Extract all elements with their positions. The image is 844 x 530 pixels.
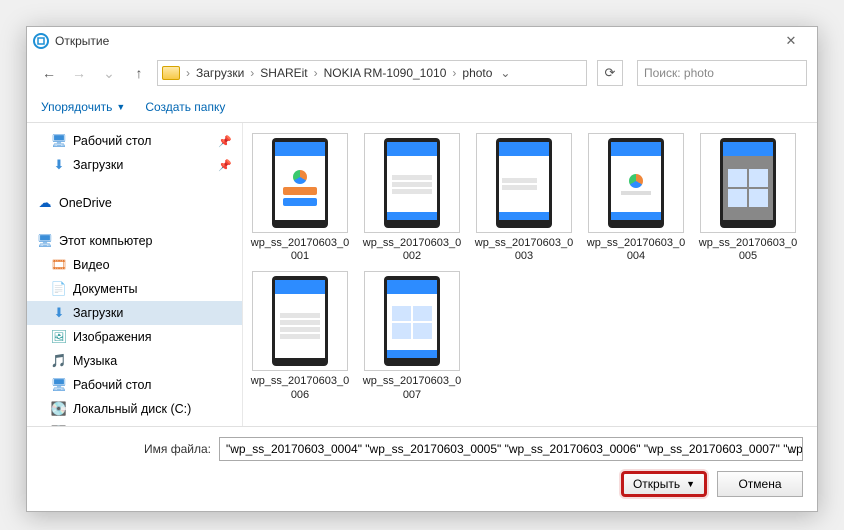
organize-label: Упорядочить — [41, 100, 112, 114]
search-input[interactable]: Поиск: photo — [637, 60, 807, 86]
breadcrumb-item[interactable]: NOKIA RM-1090_1010 — [320, 66, 451, 80]
disk-icon: 💽 — [51, 401, 67, 417]
thumbnail-frame — [364, 133, 460, 233]
back-button[interactable]: ← — [37, 61, 61, 85]
thumbnail-frame — [700, 133, 796, 233]
thumbnail-frame — [588, 133, 684, 233]
sidebar-item-label: Музыка — [73, 354, 117, 368]
file-item[interactable]: wp_ss_20170603_0005 — [697, 133, 799, 263]
breadcrumb-item[interactable]: Загрузки — [192, 66, 248, 80]
desktop-icon: 🖥 — [51, 133, 67, 149]
sidebar-item-documents[interactable]: 📄 Документы — [27, 277, 242, 301]
breadcrumb-sep: › — [186, 66, 190, 80]
file-label: wp_ss_20170603_0006 — [249, 375, 351, 401]
cancel-button[interactable]: Отмена — [717, 471, 803, 497]
breadcrumb-dropdown[interactable]: ⌄ — [500, 66, 510, 80]
sidebar-item-music[interactable]: 🎵 Музыка — [27, 349, 242, 373]
desktop-icon: 🖥 — [51, 377, 67, 393]
sidebar: 🖥 Рабочий стол 📌 ⬇ Загрузки 📌 ☁ OneDrive… — [27, 123, 243, 426]
new-folder-button[interactable]: Создать папку — [145, 100, 225, 114]
file-item[interactable]: wp_ss_20170603_0003 — [473, 133, 575, 263]
filename-value: "wp_ss_20170603_0004" "wp_ss_20170603_00… — [226, 442, 803, 456]
filename-row: Имя файла: "wp_ss_20170603_0004" "wp_ss_… — [41, 437, 803, 461]
file-label: wp_ss_20170603_0002 — [361, 237, 463, 263]
breadcrumb-sep: › — [250, 66, 254, 80]
dialog-footer: Имя файла: "wp_ss_20170603_0004" "wp_ss_… — [27, 426, 817, 511]
file-label: wp_ss_20170603_0007 — [361, 375, 463, 401]
sidebar-item-downloads[interactable]: ⬇ Загрузки — [27, 301, 242, 325]
sidebar-item-label: Загрузки — [73, 158, 123, 172]
button-row: Открыть ▼ Отмена — [41, 471, 803, 497]
sidebar-item-label: Видео — [73, 258, 110, 272]
onedrive-icon: ☁ — [37, 195, 53, 211]
disk-icon: 💽 — [51, 425, 67, 426]
search-placeholder: Поиск: photo — [644, 66, 714, 80]
music-icon: 🎵 — [51, 353, 67, 369]
breadcrumb-item[interactable]: SHAREit — [256, 66, 311, 80]
pin-icon: 📌 — [218, 135, 232, 148]
breadcrumb-item[interactable]: photo — [458, 66, 496, 80]
dialog-body: 🖥 Рабочий стол 📌 ⬇ Загрузки 📌 ☁ OneDrive… — [27, 123, 817, 426]
file-label: wp_ss_20170603_0005 — [697, 237, 799, 263]
sidebar-item-images[interactable]: 🖼 Изображения — [27, 325, 242, 349]
breadcrumb[interactable]: › Загрузки › SHAREit › NOKIA RM-1090_101… — [157, 60, 587, 86]
sidebar-item-label: Документы — [73, 282, 137, 296]
image-icon: 🖼 — [51, 329, 67, 345]
video-icon: 🎞 — [51, 257, 67, 273]
sidebar-item-video[interactable]: 🎞 Видео — [27, 253, 242, 277]
up-button[interactable]: ↑ — [127, 61, 151, 85]
app-icon — [33, 33, 49, 49]
recent-dropdown[interactable]: ⌄ — [97, 61, 121, 85]
file-item[interactable]: wp_ss_20170603_0007 — [361, 271, 463, 401]
file-item[interactable]: wp_ss_20170603_0006 — [249, 271, 351, 401]
open-button-label: Открыть — [633, 477, 680, 491]
file-label: wp_ss_20170603_0003 — [473, 237, 575, 263]
open-file-dialog: Открытие ✕ ← → ⌄ ↑ › Загрузки › SHAREit … — [26, 26, 818, 512]
thumbnail-frame — [364, 271, 460, 371]
toolbar: Упорядочить ▼ Создать папку — [27, 91, 817, 123]
thumbnail-frame — [476, 133, 572, 233]
close-button[interactable]: ✕ — [771, 33, 811, 49]
filename-input[interactable]: "wp_ss_20170603_0004" "wp_ss_20170603_00… — [219, 437, 803, 461]
sidebar-item-label: Рабочий стол — [73, 134, 151, 148]
sidebar-item-onedrive[interactable]: ☁ OneDrive — [27, 191, 242, 215]
window-title: Открытие — [55, 34, 771, 48]
forward-button[interactable]: → — [67, 61, 91, 85]
organize-menu[interactable]: Упорядочить ▼ — [41, 100, 125, 114]
thumbnail-frame — [252, 133, 348, 233]
download-icon: ⬇ — [51, 157, 67, 173]
thumbnail-frame — [252, 271, 348, 371]
refresh-button[interactable]: ⟳ — [597, 60, 623, 86]
sidebar-item-label: Загрузки — [73, 306, 123, 320]
sidebar-item-desktop-pc[interactable]: 🖥 Рабочий стол — [27, 373, 242, 397]
nav-row: ← → ⌄ ↑ › Загрузки › SHAREit › NOKIA RM-… — [27, 55, 817, 91]
sidebar-item-label: Изображения — [73, 330, 152, 344]
sidebar-item-disk-d[interactable]: 💽 Локальный диск (D:) — [27, 421, 242, 426]
file-item[interactable]: wp_ss_20170603_0001 — [249, 133, 351, 263]
download-icon: ⬇ — [51, 305, 67, 321]
breadcrumb-sep: › — [452, 66, 456, 80]
file-grid: wp_ss_20170603_0001wp_ss_20170603_0002wp… — [243, 123, 817, 426]
file-label: wp_ss_20170603_0001 — [249, 237, 351, 263]
sidebar-item-disk-c[interactable]: 💽 Локальный диск (C:) — [27, 397, 242, 421]
pin-icon: 📌 — [218, 159, 232, 172]
sidebar-item-desktop[interactable]: 🖥 Рабочий стол 📌 — [27, 129, 242, 153]
sidebar-item-label: Локальный диск (C:) — [73, 402, 191, 416]
filename-label: Имя файла: — [41, 442, 211, 456]
sidebar-item-this-pc[interactable]: 🖥 Этот компьютер — [27, 229, 242, 253]
open-button[interactable]: Открыть ▼ — [621, 471, 707, 497]
folder-icon — [162, 66, 180, 80]
pc-icon: 🖥 — [37, 233, 53, 249]
file-item[interactable]: wp_ss_20170603_0002 — [361, 133, 463, 263]
file-item[interactable]: wp_ss_20170603_0004 — [585, 133, 687, 263]
sidebar-item-label: OneDrive — [59, 196, 112, 210]
document-icon: 📄 — [51, 281, 67, 297]
titlebar: Открытие ✕ — [27, 27, 817, 55]
sidebar-item-label: Рабочий стол — [73, 378, 151, 392]
sidebar-item-label: Этот компьютер — [59, 234, 152, 248]
breadcrumb-sep: › — [314, 66, 318, 80]
sidebar-item-downloads-quick[interactable]: ⬇ Загрузки 📌 — [27, 153, 242, 177]
file-label: wp_ss_20170603_0004 — [585, 237, 687, 263]
